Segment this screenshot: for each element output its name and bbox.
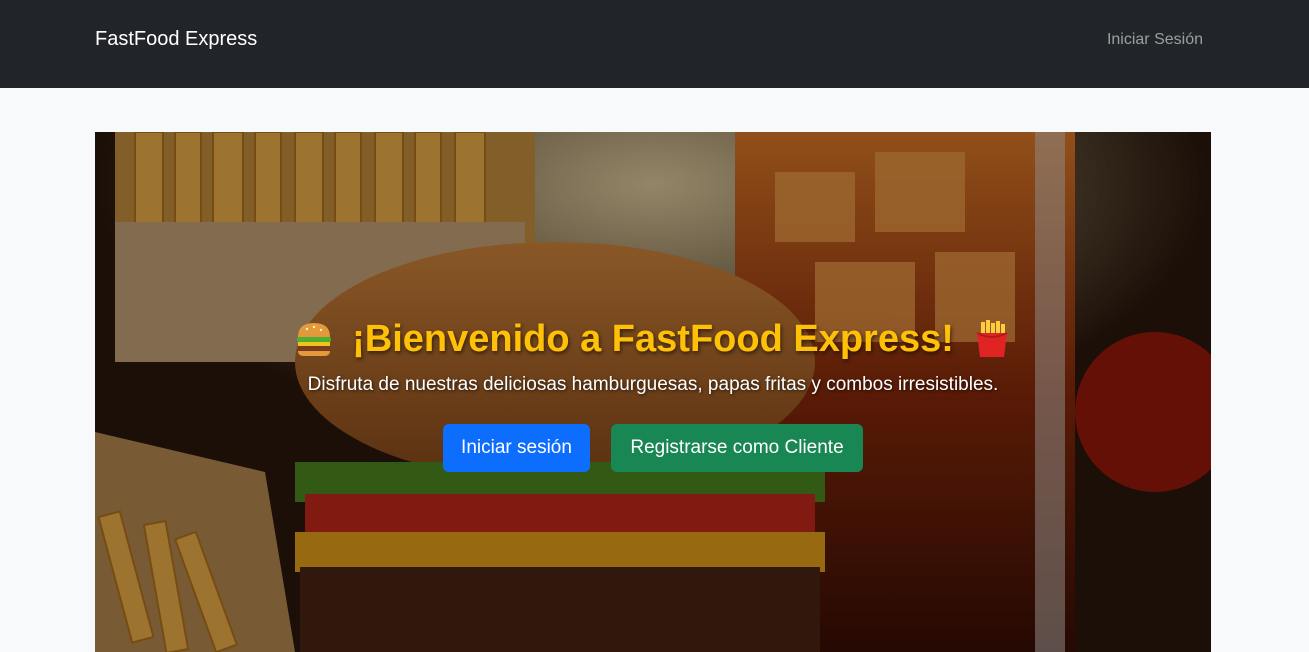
french-fries-icon	[976, 320, 1008, 357]
hero-title: ¡Bienvenido a FastFood Express!	[352, 317, 954, 360]
nav-login-link[interactable]: Iniciar Sesión	[1107, 31, 1203, 49]
brand-link[interactable]: FastFood Express	[95, 28, 257, 51]
register-client-button[interactable]: Registrarse como Cliente	[611, 424, 863, 472]
login-button[interactable]: Iniciar sesión	[443, 424, 590, 472]
navbar: FastFood Express Iniciar Sesión	[0, 0, 1309, 88]
hero-banner: ¡Bienvenido a FastFood Express! Disfruta…	[95, 132, 1211, 652]
hamburger-icon	[297, 323, 332, 356]
hero-actions: Iniciar sesión Registrarse como Cliente	[95, 424, 1211, 472]
hero-title-row: ¡Bienvenido a FastFood Express!	[95, 314, 1211, 364]
hero-subtitle: Disfruta de nuestras deliciosas hamburgu…	[307, 374, 999, 395]
hero-content: ¡Bienvenido a FastFood Express! Disfruta…	[95, 314, 1211, 472]
